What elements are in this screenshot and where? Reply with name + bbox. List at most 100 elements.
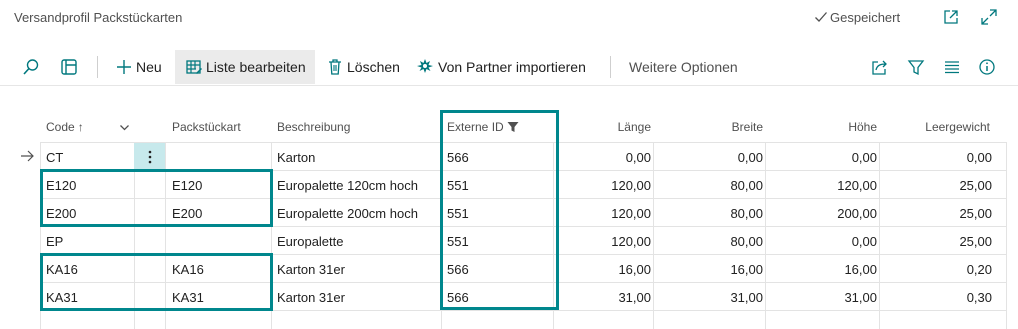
divider — [97, 56, 98, 78]
cell-code[interactable]: KA16 — [46, 255, 78, 283]
cell-description[interactable]: Karton — [277, 143, 315, 171]
new-button-label: Neu — [136, 59, 162, 75]
cell-width[interactable]: 31,00 — [653, 283, 763, 311]
column-divider — [271, 142, 272, 329]
cell-length[interactable]: 0,00 — [553, 143, 651, 171]
more-options-label: Weitere Optionen — [629, 59, 738, 75]
cell-height[interactable]: 120,00 — [765, 171, 877, 199]
search-button[interactable] — [22, 50, 40, 84]
cell-code[interactable]: E120 — [46, 171, 76, 199]
cell-external-id[interactable]: 551 — [447, 199, 469, 227]
cell-width[interactable]: 80,00 — [653, 199, 763, 227]
cell-width[interactable]: 16,00 — [653, 255, 763, 283]
cell-tare-weight[interactable]: 0,20 — [879, 255, 992, 283]
cell-external-id[interactable]: 566 — [447, 283, 469, 311]
filter-button[interactable] — [907, 50, 925, 84]
cell-tare-weight[interactable]: 0,30 — [879, 283, 992, 311]
search-icon — [23, 59, 39, 75]
cell-tare-weight[interactable]: 25,00 — [879, 227, 992, 255]
delete-label: Löschen — [347, 59, 400, 75]
cell-length[interactable]: 120,00 — [553, 171, 651, 199]
column-header-tare-weight[interactable]: Leergewicht — [879, 112, 990, 142]
open-new-window-icon[interactable] — [942, 8, 960, 26]
cell-length[interactable]: 31,00 — [553, 283, 651, 311]
cell-width[interactable]: 0,00 — [653, 143, 763, 171]
column-header-length[interactable]: Länge — [553, 112, 651, 142]
edit-list-label: Liste bearbeiten — [206, 59, 306, 75]
edit-list-button[interactable]: Liste bearbeiten — [175, 50, 315, 84]
cell-description[interactable]: Europalette 200cm hoch — [277, 199, 418, 227]
more-vertical-icon — [148, 150, 151, 164]
saved-status: Gespeichert — [814, 10, 900, 25]
plus-icon — [117, 60, 131, 74]
cell-length[interactable]: 120,00 — [553, 199, 651, 227]
info-button[interactable] — [978, 50, 996, 84]
page-header: Versandprofil Packstückarten Gespeichert — [0, 0, 1018, 36]
cell-width[interactable]: 80,00 — [653, 227, 763, 255]
list-view-icon — [945, 61, 959, 74]
edit-list-icon — [186, 60, 202, 74]
cell-height[interactable]: 31,00 — [765, 283, 877, 311]
cell-code[interactable]: EP — [46, 227, 63, 255]
import-sparkle-icon — [417, 59, 433, 73]
cell-height[interactable]: 0,00 — [765, 143, 877, 171]
cell-package-type[interactable]: KA31 — [172, 283, 204, 311]
more-options-button[interactable]: Weitere Optionen — [629, 50, 738, 84]
cell-height[interactable]: 200,00 — [765, 199, 877, 227]
page-title: Versandprofil Packstückarten — [14, 10, 183, 25]
cell-package-type[interactable]: E120 — [172, 171, 202, 199]
checkmark-icon — [815, 12, 827, 22]
sort-ascending-icon: ↑ — [77, 120, 84, 134]
package-types-table: Code ↑ Packstückart Beschreibung Externe… — [0, 110, 1018, 329]
cell-tare-weight[interactable]: 0,00 — [879, 143, 992, 171]
cell-external-id[interactable]: 566 — [447, 143, 469, 171]
cell-tare-weight[interactable]: 25,00 — [879, 171, 992, 199]
cell-width[interactable]: 80,00 — [653, 171, 763, 199]
cell-package-type[interactable]: E200 — [172, 199, 202, 227]
cell-description[interactable]: Karton 31er — [277, 255, 345, 283]
cell-code[interactable]: CT — [46, 143, 63, 171]
cell-external-id[interactable]: 551 — [447, 171, 469, 199]
cell-length[interactable]: 16,00 — [553, 255, 651, 283]
share-button[interactable] — [871, 50, 889, 84]
list-view-button[interactable] — [943, 50, 961, 84]
cell-package-type[interactable]: KA16 — [172, 255, 204, 283]
column-divider — [1006, 142, 1007, 329]
column-divider — [40, 142, 41, 329]
filter-pane-button[interactable] — [60, 50, 78, 84]
column-header-package-type[interactable]: Packstückart — [172, 112, 241, 142]
filter-icon — [907, 60, 925, 76]
filter-pane-icon — [61, 59, 77, 75]
cell-code[interactable]: KA31 — [46, 283, 78, 311]
column-header-code[interactable]: Code ↑ — [46, 112, 84, 142]
cell-length[interactable]: 120,00 — [553, 227, 651, 255]
column-divider — [165, 142, 166, 329]
cell-height[interactable]: 0,00 — [765, 227, 877, 255]
cell-external-id[interactable]: 551 — [447, 227, 469, 255]
cell-external-id[interactable]: 566 — [447, 255, 469, 283]
filter-active-icon — [507, 122, 519, 132]
expand-icon[interactable] — [980, 8, 998, 26]
cell-code[interactable]: E200 — [46, 199, 76, 227]
column-header-description[interactable]: Beschreibung — [277, 112, 350, 142]
cell-description[interactable]: Karton 31er — [277, 283, 345, 311]
column-header-height[interactable]: Höhe — [765, 112, 877, 142]
new-button[interactable]: Neu — [115, 50, 162, 84]
saved-label: Gespeichert — [830, 10, 901, 25]
cell-description[interactable]: Europalette — [277, 227, 344, 255]
info-icon — [979, 59, 995, 75]
cell-description[interactable]: Europalette 120cm hoch — [277, 171, 418, 199]
divider — [610, 56, 611, 78]
delete-button[interactable]: Löschen — [327, 50, 400, 84]
current-row-arrow-icon — [21, 150, 34, 162]
column-header-width[interactable]: Breite — [653, 112, 763, 142]
row-actions-button[interactable] — [134, 143, 165, 171]
action-bar: Neu Liste bearbeiten Löschen Von Partner… — [0, 46, 1018, 86]
share-icon — [872, 60, 887, 75]
cell-height[interactable]: 16,00 — [765, 255, 877, 283]
chevron-down-icon[interactable] — [119, 122, 130, 133]
cell-tare-weight[interactable]: 25,00 — [879, 199, 992, 227]
column-header-external-id[interactable]: Externe ID — [447, 112, 519, 142]
import-from-partner-button[interactable]: Von Partner importieren — [416, 50, 586, 84]
trash-icon — [329, 59, 341, 75]
